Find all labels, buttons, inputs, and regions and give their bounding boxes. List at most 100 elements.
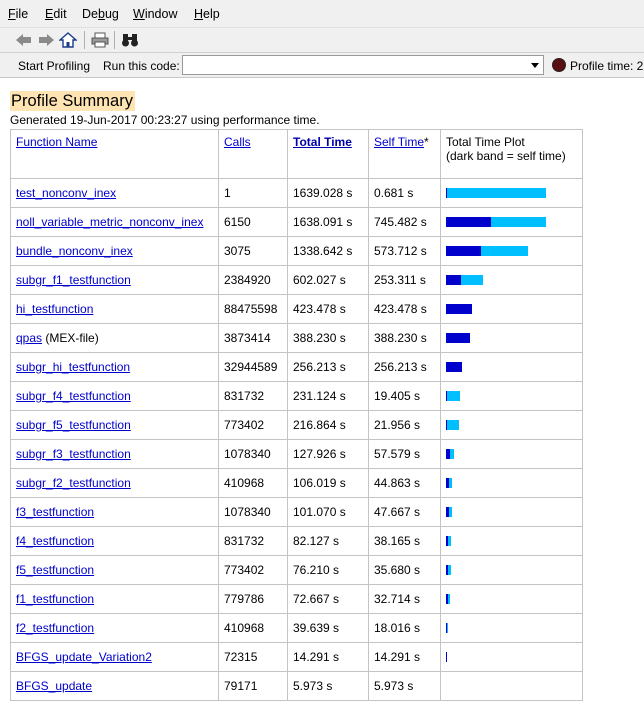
function-link[interactable]: subgr_hi_testfunction (16, 360, 130, 374)
function-link[interactable]: BFGS_update (16, 679, 92, 693)
time-plot-cell (440, 178, 583, 208)
function-name-cell: subgr_f1_testfunction (10, 265, 219, 295)
toolbar (0, 28, 644, 53)
function-link[interactable]: f5_testfunction (16, 563, 94, 577)
function-link[interactable]: subgr_f1_testfunction (16, 273, 131, 287)
menu-bar: File Edit Debug Window Help (0, 0, 644, 28)
function-link[interactable]: subgr_f2_testfunction (16, 476, 131, 490)
profile-table: Function Name Calls Total Time Self Time… (10, 129, 583, 701)
function-link[interactable]: subgr_f4_testfunction (16, 389, 131, 403)
self-time-bar (446, 304, 472, 314)
back-arrow-icon[interactable] (14, 30, 34, 50)
function-name-cell: subgr_f5_testfunction (10, 410, 219, 440)
self-time-cell: 5.973 s (368, 671, 441, 701)
self-time-cell: 388.230 s (368, 323, 441, 353)
function-name-cell: f4_testfunction (10, 526, 219, 556)
forward-arrow-icon[interactable] (36, 30, 56, 50)
table-row: bundle_nonconv_inex 3075 1338.642 s 573.712… (10, 236, 583, 266)
binoculars-icon[interactable] (120, 30, 140, 50)
run-code-input[interactable] (182, 55, 544, 75)
time-plot (446, 275, 576, 285)
function-link[interactable]: bundle_nonconv_inex (16, 244, 133, 258)
header-total-time: Total Time (287, 129, 369, 179)
run-code-label: Run this code: (103, 59, 180, 73)
time-plot-cell (440, 468, 583, 498)
calls-cell: 773402 (218, 410, 288, 440)
time-plot (446, 623, 576, 633)
total-time-cell: 231.124 s (287, 381, 369, 411)
total-time-cell: 14.291 s (287, 642, 369, 672)
profile-time-label: Profile time: 2 (570, 59, 644, 73)
header-total-time-plot: Total Time Plot (dark band = self time) (440, 129, 583, 179)
table-row: subgr_f5_testfunction 773402 216.864 s 21.9… (10, 410, 583, 440)
self-time-cell: 47.667 s (368, 497, 441, 527)
function-link[interactable]: f2_testfunction (16, 621, 94, 635)
time-plot-cell (440, 497, 583, 527)
function-link[interactable]: noll_variable_metric_nonconv_inex (16, 215, 203, 229)
time-plot-cell (440, 323, 583, 353)
calls-cell: 779786 (218, 584, 288, 614)
table-row: subgr_f1_testfunction 2384920 602.027 s 253… (10, 265, 583, 295)
calls-cell: 831732 (218, 381, 288, 411)
time-plot-cell (440, 642, 583, 672)
sort-by-calls[interactable]: Calls (224, 135, 251, 149)
chevron-down-icon[interactable] (531, 63, 539, 68)
sort-by-function-name[interactable]: Function Name (16, 135, 97, 149)
table-row: test_nonconv_inex 1 1639.028 s 0.681 s (10, 178, 583, 208)
function-name-cell: subgr_f2_testfunction (10, 468, 219, 498)
time-plot (446, 246, 576, 256)
sort-by-total-time[interactable]: Total Time (293, 135, 352, 149)
time-plot (446, 217, 576, 227)
start-profiling-button[interactable]: Start Profiling (18, 59, 90, 73)
total-time-cell: 256.213 s (287, 352, 369, 382)
self-time-cell: 18.016 s (368, 613, 441, 643)
function-name-cell: subgr_f3_testfunction (10, 439, 219, 469)
calls-cell: 1 (218, 178, 288, 208)
time-plot (446, 565, 576, 575)
print-icon[interactable] (90, 30, 110, 50)
sort-by-self-time[interactable]: Self Time (374, 135, 424, 149)
total-time-cell: 1639.028 s (287, 178, 369, 208)
time-plot (446, 362, 576, 372)
home-icon[interactable] (58, 30, 78, 50)
function-link[interactable]: f3_testfunction (16, 505, 94, 519)
time-plot (446, 478, 576, 488)
function-link[interactable]: test_nonconv_inex (16, 186, 116, 200)
self-time-cell: 256.213 s (368, 352, 441, 382)
time-plot-cell (440, 410, 583, 440)
menu-edit[interactable]: Edit (45, 7, 67, 21)
total-time-cell: 39.639 s (287, 613, 369, 643)
time-plot (446, 681, 576, 691)
self-time-cell: 253.311 s (368, 265, 441, 295)
function-link[interactable]: BFGS_update_Variation2 (16, 650, 152, 664)
page-title: Profile Summary (10, 91, 135, 111)
menu-debug[interactable]: Debug (82, 7, 119, 21)
calls-cell: 79171 (218, 671, 288, 701)
menu-file[interactable]: File (8, 7, 28, 21)
function-link[interactable]: f1_testfunction (16, 592, 94, 606)
function-link[interactable]: subgr_f5_testfunction (16, 418, 131, 432)
function-link[interactable]: hi_testfunction (16, 302, 93, 316)
table-row: f2_testfunction 410968 39.639 s 18.016 s (10, 613, 583, 643)
table-row: hi_testfunction 88475598 423.478 s 423.478 … (10, 294, 583, 324)
self-time-bar (446, 594, 448, 604)
function-name-cell: subgr_hi_testfunction (10, 352, 219, 382)
function-link[interactable]: qpas (16, 331, 42, 345)
calls-cell: 2384920 (218, 265, 288, 295)
function-name-cell: BFGS_update (10, 671, 219, 701)
menu-help[interactable]: Help (194, 7, 220, 21)
time-plot-cell (440, 236, 583, 266)
self-time-cell: 32.714 s (368, 584, 441, 614)
function-link[interactable]: f4_testfunction (16, 534, 94, 548)
self-time-bar (446, 362, 462, 372)
function-link[interactable]: subgr_f3_testfunction (16, 447, 131, 461)
total-time-bar (446, 420, 459, 430)
time-plot-cell (440, 584, 583, 614)
time-plot-cell (440, 526, 583, 556)
menu-window[interactable]: Window (133, 7, 177, 21)
total-time-bar (446, 188, 546, 198)
function-name-cell: qpas (MEX-file) (10, 323, 219, 353)
self-time-bar (446, 420, 447, 430)
self-time-footnote-mark: * (424, 135, 429, 149)
self-time-cell: 423.478 s (368, 294, 441, 324)
